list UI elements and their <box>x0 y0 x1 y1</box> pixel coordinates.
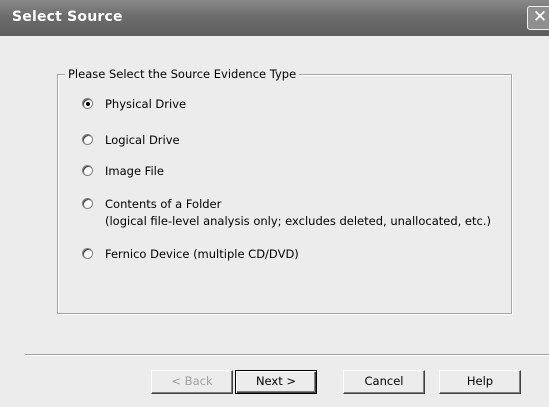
select-source-dialog: Select Source ✕ Please Select the Source… <box>0 0 549 407</box>
title-bar: Select Source ✕ <box>0 0 549 36</box>
back-button[interactable]: < Back <box>151 370 233 394</box>
cancel-button[interactable]: Cancel <box>343 370 425 394</box>
help-button[interactable]: Help <box>439 370 521 394</box>
option-label: Physical Drive <box>105 97 187 111</box>
dialog-title: Select Source <box>12 9 123 25</box>
footer-separator <box>25 354 549 356</box>
groupbox-legend: Please Select the Source Evidence Type <box>65 67 300 81</box>
radio-fernico-device[interactable] <box>82 248 93 259</box>
radio-physical-drive[interactable] <box>82 98 93 109</box>
radio-logical-drive[interactable] <box>82 134 93 145</box>
radio-image-file[interactable] <box>82 165 93 176</box>
option-label: Image File <box>105 164 164 178</box>
option-label: Logical Drive <box>105 133 180 147</box>
next-button[interactable]: Next > <box>235 370 317 394</box>
option-label: Contents of a Folder <box>105 197 222 211</box>
radio-contents-of-folder[interactable] <box>82 198 93 209</box>
close-icon[interactable]: ✕ <box>527 6 549 30</box>
option-label: Fernico Device (multiple CD/DVD) <box>105 247 299 261</box>
folder-option-note: (logical file-level analysis only; exclu… <box>105 214 491 228</box>
